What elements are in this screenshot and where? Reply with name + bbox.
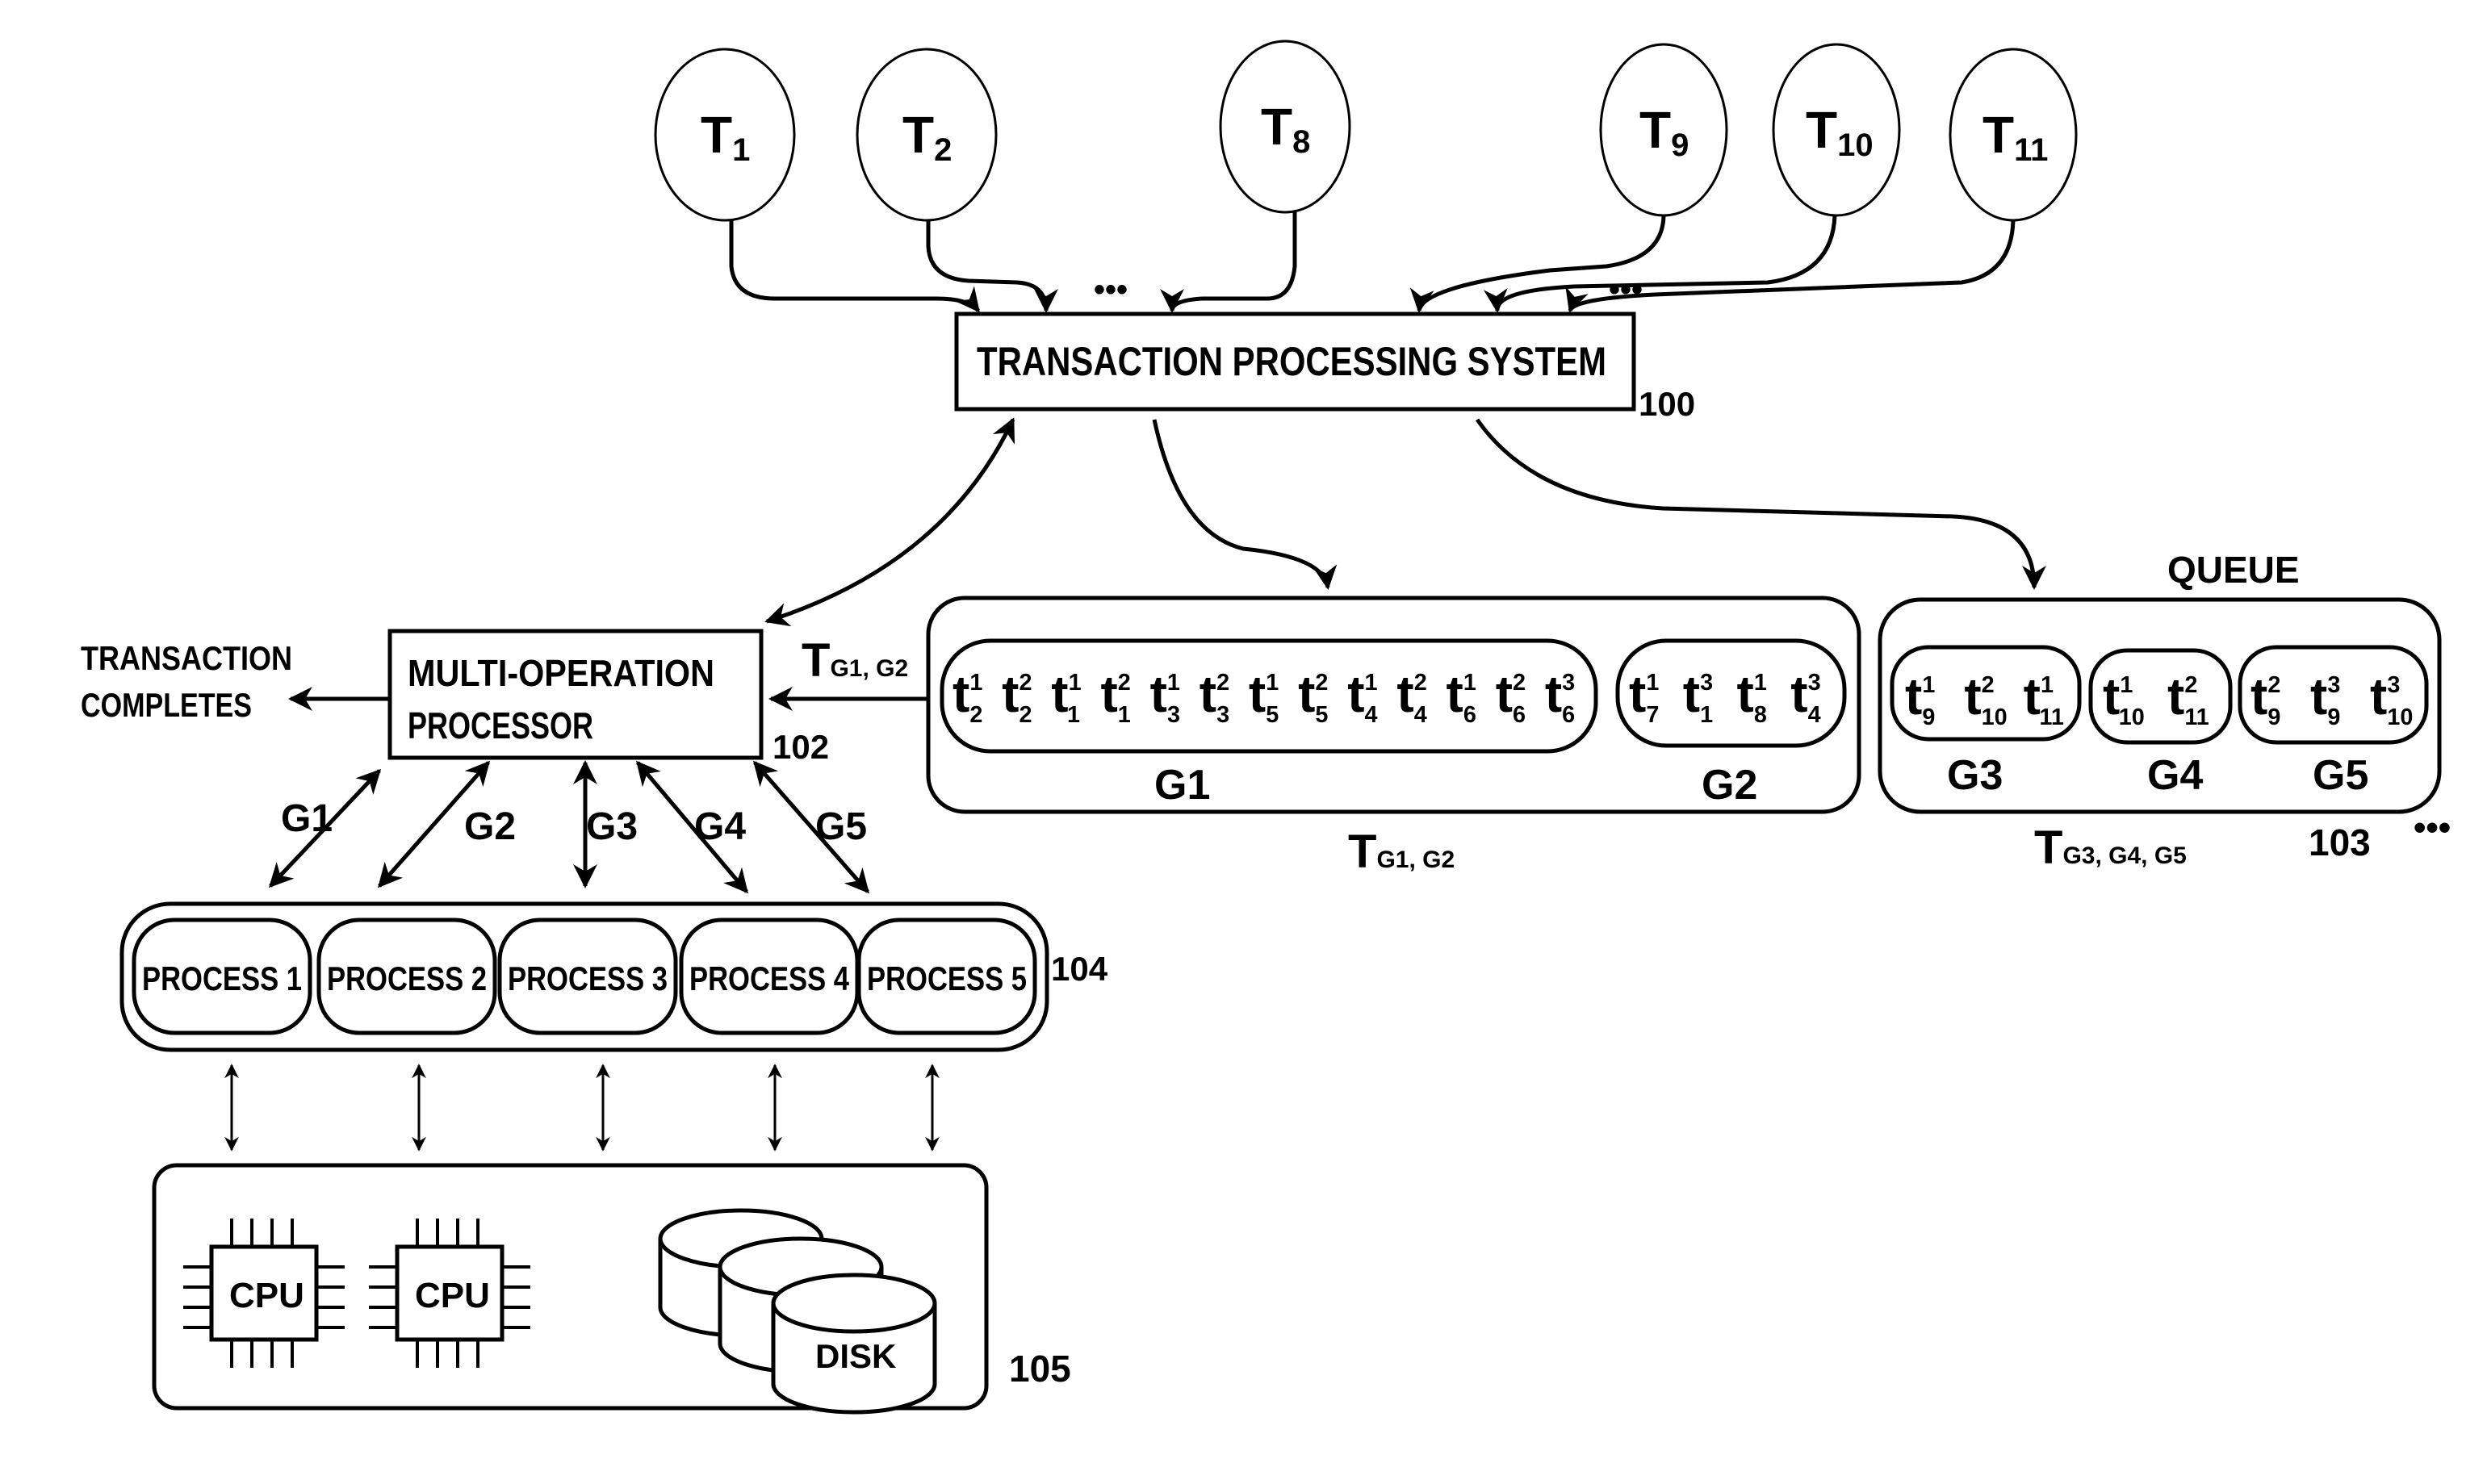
queue-title: QUEUE bbox=[2167, 549, 2300, 591]
svg-text:CPU: CPU bbox=[229, 1276, 304, 1315]
svg-text:G1: G1 bbox=[281, 797, 333, 840]
transaction-nodes: T1 T2 T8 T9 T10 T11 bbox=[654, 40, 2078, 222]
ref-104: 104 bbox=[1051, 950, 1108, 988]
group-label-g4: G4 bbox=[2147, 752, 2203, 799]
process-label: PROCESS 4 bbox=[689, 959, 850, 997]
transaction-completes: TRANSACTION COMPLETES bbox=[81, 639, 390, 724]
process-item: PROCESS 3 bbox=[497, 918, 678, 1035]
multi-operation-processor: MULTI-OPERATION PROCESSOR 102 bbox=[387, 629, 829, 766]
svg-text:COMPLETES: COMPLETES bbox=[81, 686, 252, 724]
ellipsis-right: ••• bbox=[1609, 272, 1643, 307]
queue-label: TG3, G4, G5 bbox=[2034, 821, 2187, 874]
svg-text:TRANSACTION PROCESSING SYSTEM: TRANSACTION PROCESSING SYSTEM bbox=[977, 339, 1606, 384]
tps-to-queue-arrow bbox=[1475, 418, 2046, 590]
arrow-t10 bbox=[1483, 215, 1837, 313]
svg-text:MULTI-OPERATION: MULTI-OPERATION bbox=[408, 652, 714, 694]
batch-g1-g2: t1 2 t2 2 t1 1 t2 1 t1 3 t2 3 t1 5 t2 5 t1 4 t2 4 t1 6 t2 6 t3 6 … bbox=[926, 596, 1861, 878]
resource-links bbox=[224, 1064, 940, 1152]
svg-text:TRANSACTION: TRANSACTION bbox=[81, 639, 292, 677]
transaction-node: T8 bbox=[1219, 40, 1351, 214]
process-label: PROCESS 5 bbox=[867, 959, 1027, 997]
group-label-g2: G2 bbox=[1702, 762, 1757, 809]
group-links: G1 G2 G3 G4 G5 bbox=[268, 760, 869, 894]
ref-100: 100 bbox=[1639, 385, 1695, 423]
group-label-g1: G1 bbox=[1154, 762, 1210, 809]
ellipsis-queue: ••• bbox=[2414, 808, 2451, 847]
transaction-node: T1 bbox=[654, 48, 796, 222]
svg-text:G5: G5 bbox=[815, 805, 867, 848]
process-item: PROCESS 5 bbox=[856, 918, 1037, 1035]
transaction-arrows: ••• ••• bbox=[729, 212, 2016, 313]
process-item: PROCESS 2 bbox=[316, 918, 497, 1035]
ellipsis-left: ••• bbox=[1094, 272, 1128, 307]
svg-text:PROCESSOR: PROCESSOR bbox=[408, 704, 593, 746]
process-item: PROCESS 4 bbox=[679, 918, 860, 1035]
transaction-diagram: T1 T2 T8 T9 T10 T11 ••• ••• TRANSACTION … bbox=[81, 40, 2451, 1415]
svg-text:G3: G3 bbox=[586, 805, 638, 848]
process-pool: PROCESS 1 PROCESS 2 PROCESS 3 PROCESS 4 PROC… bbox=[119, 901, 1108, 1052]
transaction-node: T2 bbox=[856, 48, 998, 222]
ref-105: 105 bbox=[1009, 1348, 1071, 1390]
group-label-g5: G5 bbox=[2313, 752, 2368, 799]
transaction-node: T9 bbox=[1599, 43, 1728, 217]
transaction-node: T10 bbox=[1772, 43, 1901, 217]
svg-text:CPU: CPU bbox=[415, 1276, 490, 1315]
arrow-t1 bbox=[729, 220, 980, 313]
process-label: PROCESS 1 bbox=[142, 959, 302, 997]
tps-to-batch-arrow bbox=[1152, 419, 1338, 590]
ref-102: 102 bbox=[772, 728, 829, 766]
process-label: PROCESS 2 bbox=[327, 959, 487, 997]
process-label: PROCESS 3 bbox=[508, 959, 668, 997]
resource-pool: CPU CPU DISK 105 bbox=[152, 1163, 1071, 1415]
tps-mop-link bbox=[764, 417, 1015, 627]
svg-text:G4: G4 bbox=[694, 805, 746, 848]
group-label-g3: G3 bbox=[1947, 752, 2003, 799]
ref-103: 103 bbox=[2309, 821, 2371, 863]
transaction-node: T11 bbox=[1949, 48, 2078, 222]
process-item: PROCESS 1 bbox=[132, 918, 312, 1035]
batch-label-near-mop: TG1, G2 bbox=[802, 634, 908, 687]
svg-text:G2: G2 bbox=[464, 805, 516, 848]
batch-label: TG1, G2 bbox=[1348, 826, 1455, 878]
arrow-t8 bbox=[1160, 212, 1297, 313]
transaction-processing-system: TRANSACTION PROCESSING SYSTEM 100 bbox=[954, 311, 1695, 423]
queue: QUEUE t1 9 t2 10 t1 11 t1 10 t2 11 t2 9 t3 9 t3 10 G3… bbox=[1878, 549, 2451, 874]
svg-text:DISK: DISK bbox=[815, 1337, 896, 1375]
